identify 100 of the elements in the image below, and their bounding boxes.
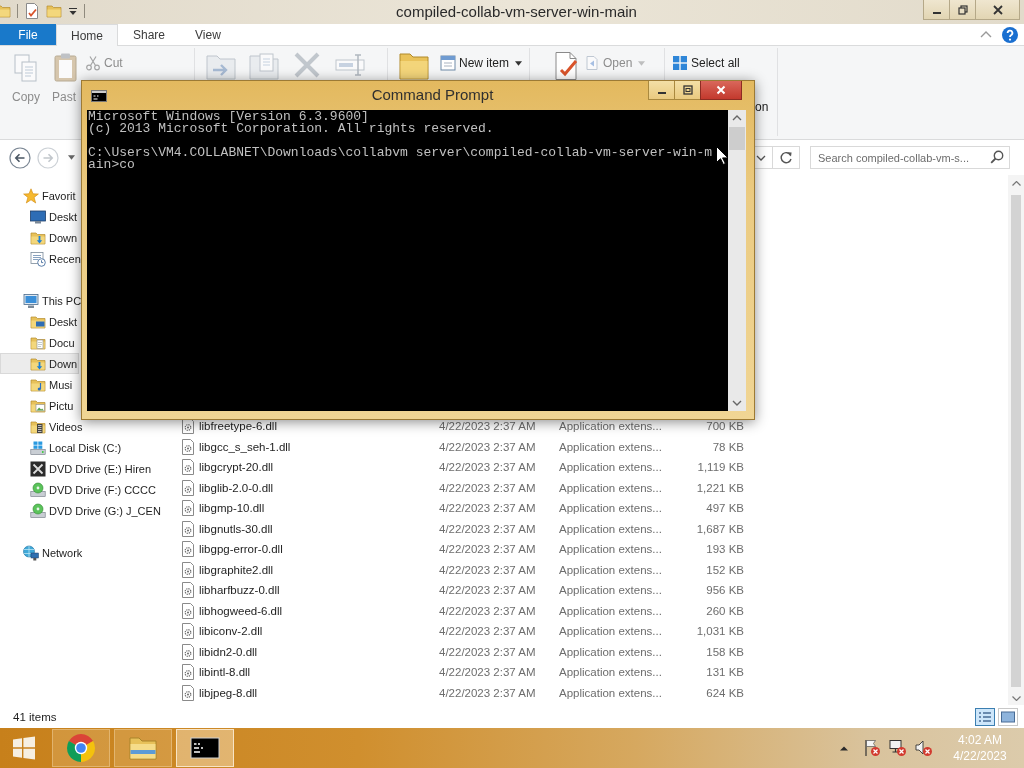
monitor-icon[interactable] <box>889 739 907 757</box>
scrollbar[interactable] <box>728 110 746 411</box>
file-row[interactable]: libgraphite2.dll 4/22/2023 2:37 AM Application extens... 152 KB <box>175 559 1008 580</box>
file-size: 158 KB <box>705 645 744 658</box>
file-row[interactable]: libgnutls-30.dll 4/22/2023 2:37 AM Application extens... 1,687 KB <box>175 518 1008 539</box>
caret-icon[interactable] <box>68 6 78 16</box>
file-size: 260 KB <box>705 604 744 617</box>
nav-item[interactable]: This PC <box>0 290 84 311</box>
nav-item[interactable]: Deskt <box>0 311 80 332</box>
file-row[interactable]: libgcrypt-20.dll 4/22/2023 2:37 AM Application extens... 1,119 KB <box>175 457 1008 478</box>
gear-file-icon <box>181 459 195 476</box>
clock-date: 4/22/2023 <box>953 748 1007 764</box>
nav-item[interactable]: Down <box>0 353 80 374</box>
select-all-button[interactable]: Select all <box>672 52 769 74</box>
minimize-icon <box>657 92 666 94</box>
file-row[interactable]: libidn2-0.dll 4/22/2023 2:37 AM Application extens... 158 KB <box>175 641 1008 662</box>
ribbon-tab[interactable]: Share <box>118 24 181 45</box>
nav-item[interactable]: Favorit <box>0 185 78 206</box>
ribbon-button[interactable]: on <box>755 96 769 118</box>
restore-button[interactable] <box>949 0 975 20</box>
file-row[interactable]: libiconv-2.dll 4/22/2023 2:37 AM Application extens... 1,031 KB <box>175 621 1008 642</box>
nav-item[interactable]: Down <box>0 227 80 248</box>
nav-item[interactable]: Docu <box>0 332 77 353</box>
file-size: 1,221 KB <box>695 481 744 494</box>
disc-drive-icon <box>30 502 46 519</box>
date-modified: 4/22/2023 2:37 AM <box>439 625 537 638</box>
browser-icon <box>66 733 96 763</box>
scrollbar[interactable] <box>1008 175 1024 705</box>
date-modified: 4/22/2023 2:37 AM <box>439 666 537 679</box>
date-modified: 4/22/2023 2:37 AM <box>439 563 537 576</box>
scroll-thumb[interactable] <box>729 127 745 150</box>
gear-file-icon <box>181 643 195 660</box>
close-button[interactable] <box>975 0 1020 20</box>
back-icon[interactable] <box>9 146 31 169</box>
folder-picture-icon <box>30 397 46 414</box>
file-row[interactable]: libglib-2.0-0.dll 4/22/2023 2:37 AM Application extens... 1,221 KB <box>175 477 1008 498</box>
restore-icon <box>957 4 968 15</box>
close-icon <box>992 4 1003 15</box>
folder-arrow-icon <box>30 355 46 372</box>
item-count: 41 items <box>13 710 57 723</box>
file-row[interactable]: libhogweed-6.dll 4/22/2023 2:37 AM Application extens... 260 KB <box>175 600 1008 621</box>
nav-item[interactable]: DVD Drive (F:) CCCC <box>0 479 158 500</box>
maximize-icon <box>682 85 693 95</box>
file-row[interactable]: libharfbuzz-0.dll 4/22/2023 2:37 AM Application extens... 956 KB <box>175 580 1008 601</box>
file-type: Application extens... <box>559 666 663 679</box>
file-name: libgpg-error-0.dll <box>199 543 284 556</box>
scroll-down-icon[interactable] <box>1011 696 1021 701</box>
file-row[interactable]: libgmp-10.dll 4/22/2023 2:37 AM Application extens... 497 KB <box>175 498 1008 519</box>
console-area[interactable]: Microsoft Windows [Version 6.3.9600] (c) 2013 Microsoft Corporation. All rights reserved. C:\Users\VM4.COLLABNET\Downloads\collabvm server\compiled-collab-vm-server-win-main>co <box>87 110 728 411</box>
scroll-up-icon[interactable] <box>1011 181 1021 186</box>
nav-item[interactable]: Videos <box>0 416 85 437</box>
file-name: libjpeg-8.dll <box>199 686 259 699</box>
file-menu-button[interactable]: File <box>0 24 56 45</box>
nav-item[interactable]: Deskt <box>0 206 80 227</box>
file-name: libgcc_s_seh-1.dll <box>199 440 292 453</box>
large-icons-view-icon[interactable] <box>998 707 1018 726</box>
search-icon[interactable] <box>990 150 1004 164</box>
document-check-icon[interactable] <box>24 3 40 19</box>
ribbon-tab[interactable]: Home <box>56 24 118 46</box>
chevron-down-icon[interactable] <box>756 154 766 161</box>
scroll-up-icon[interactable] <box>732 115 742 121</box>
minimize-button[interactable] <box>648 81 674 100</box>
nav-item[interactable]: DVD Drive (E:) Hiren <box>0 458 154 479</box>
maximize-button[interactable] <box>674 81 700 100</box>
help-icon[interactable] <box>1002 26 1018 43</box>
nav-item[interactable]: Recen <box>0 248 83 269</box>
details-view-icon[interactable] <box>975 707 995 726</box>
file-row[interactable]: libintl-8.dll 4/22/2023 2:37 AM Application extens... 131 KB <box>175 662 1008 683</box>
close-button[interactable] <box>700 81 742 100</box>
date-modified: 4/22/2023 2:37 AM <box>439 420 537 433</box>
scroll-thumb[interactable] <box>1011 195 1021 687</box>
taskbar-button[interactable] <box>176 729 234 767</box>
file-name: libharfbuzz-0.dll <box>199 584 281 597</box>
file-size: 497 KB <box>705 502 744 515</box>
window-clock-icon <box>30 250 46 267</box>
refresh-icon[interactable] <box>779 150 793 165</box>
tools-icon <box>30 460 46 477</box>
ribbon-tab[interactable]: View <box>180 24 236 45</box>
chevron-up-icon[interactable] <box>839 745 849 751</box>
file-type: Application extens... <box>559 440 663 453</box>
nav-item[interactable]: Musi <box>0 374 75 395</box>
file-type: Application extens... <box>559 502 663 515</box>
scroll-down-icon[interactable] <box>732 400 742 406</box>
folder-arrow-icon <box>30 229 46 246</box>
nav-item[interactable]: Pictu <box>0 395 76 416</box>
caret-icon <box>638 60 646 66</box>
nav-item[interactable]: Local Disk (C:) <box>0 437 124 458</box>
flag-icon[interactable] <box>863 739 881 757</box>
minimize-button[interactable] <box>923 0 949 20</box>
file-name: libintl-8.dll <box>199 666 252 679</box>
file-row[interactable]: libgpg-error-0.dll 4/22/2023 2:37 AM Application extens... 193 KB <box>175 539 1008 560</box>
file-row[interactable]: libgcc_s_seh-1.dll 4/22/2023 2:37 AM Application extens... 78 KB <box>175 436 1008 457</box>
caret-icon[interactable] <box>68 155 75 160</box>
file-row[interactable]: libjpeg-8.dll 4/22/2023 2:37 AM Application extens... 624 KB <box>175 682 1008 703</box>
nav-item[interactable]: Network <box>0 542 85 563</box>
new-item-button[interactable]: New item <box>440 52 522 74</box>
search-field[interactable]: Search compiled-collab-vm-s... <box>810 146 1010 169</box>
speaker-icon[interactable] <box>915 739 933 757</box>
nav-item[interactable]: DVD Drive (G:) J_CEN <box>0 500 163 521</box>
file-type: Application extens... <box>559 563 663 576</box>
